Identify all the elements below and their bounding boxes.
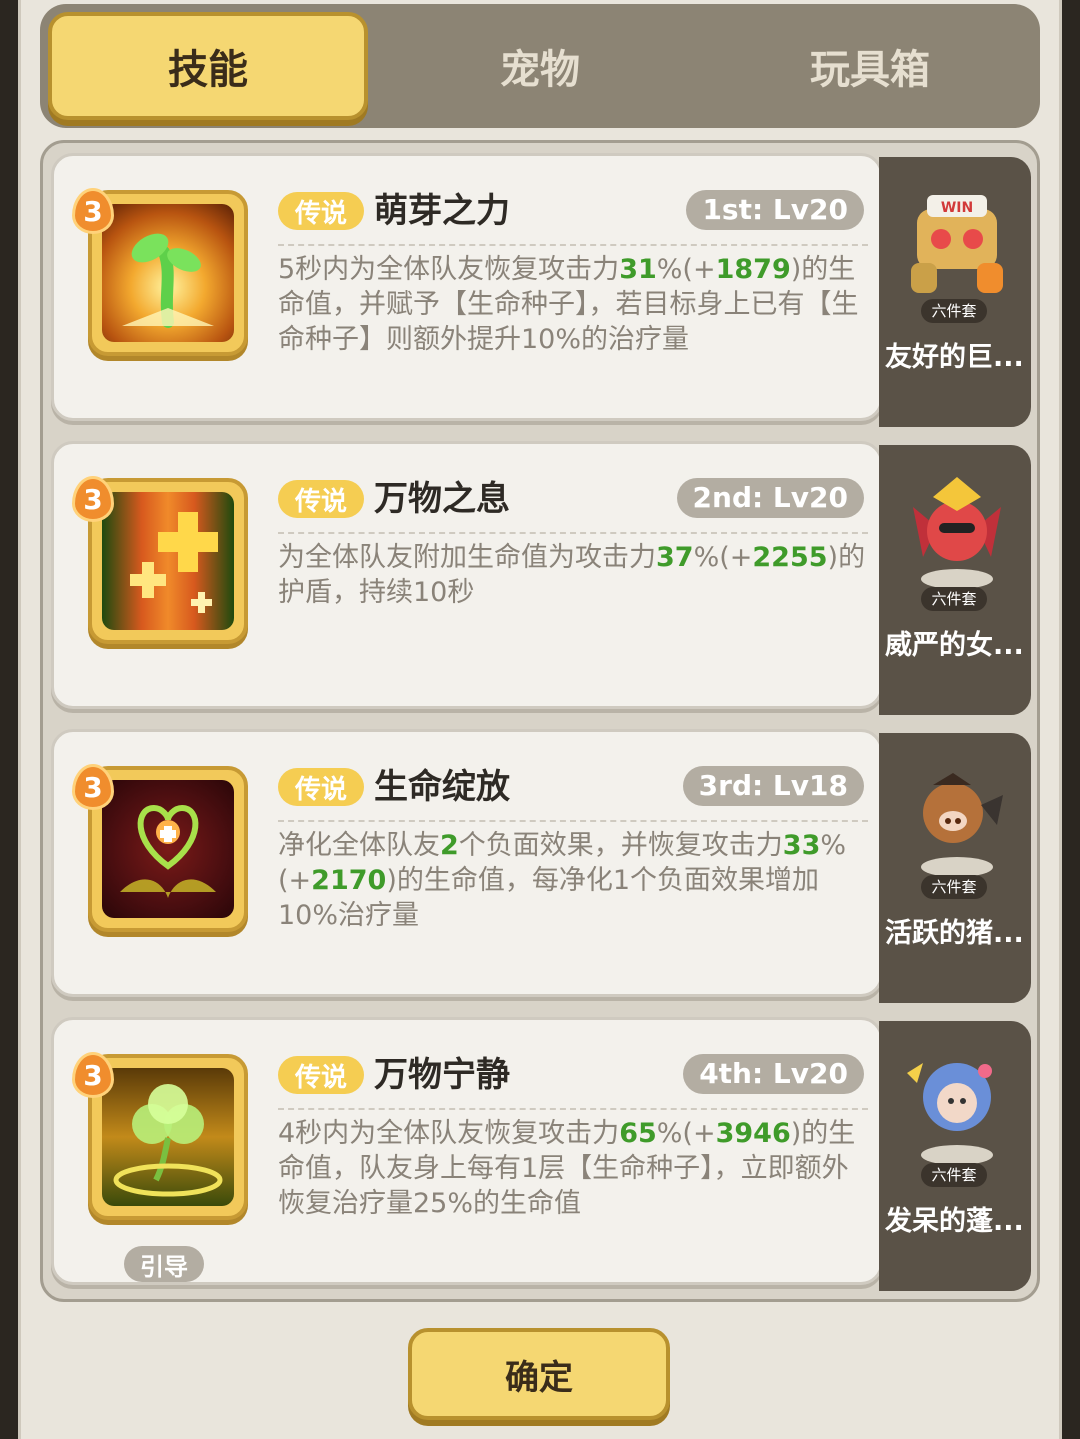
pet-name: 活跃的猪... <box>885 918 1024 949</box>
star-level-badge: 3 <box>72 1052 114 1098</box>
highlight-value: 2255 <box>752 542 828 573</box>
svg-text:WIN: WIN <box>941 200 973 216</box>
highlight-value: 33 <box>782 830 821 861</box>
skill-name: 萌芽之力 <box>374 191 510 231</box>
skill-card[interactable]: 3 传说 萌芽之力 1st: Lv20 5秒内为全体队友恢复攻击力31%(+18… <box>51 153 883 421</box>
heart-bloom-icon <box>120 804 216 898</box>
guide-tag: 引导 <box>124 1246 204 1282</box>
skill-row[interactable]: 3 引导 传说 万物宁静 4th: Lv20 4秒内为全体队友恢复攻击力65%(… <box>43 1007 1043 1291</box>
skill-card[interactable]: 3 传说 生命绽放 3rd: Lv18 净化全体队友2个负面效果，并恢复攻击力3… <box>51 729 883 997</box>
star-level-badge: 3 <box>72 476 114 522</box>
description-text: %(+ <box>693 542 753 573</box>
description-text: 个负面效果，并恢复攻击力 <box>458 830 783 861</box>
skill-row[interactable]: 3 传说 萌芽之力 1st: Lv20 5秒内为全体队友恢复攻击力31%(+18… <box>43 143 1043 427</box>
highlight-value: 3946 <box>715 1118 791 1149</box>
pet-sheep-icon <box>907 1063 993 1165</box>
pet-dragon-icon <box>913 477 1001 589</box>
set-badge: 六件套 <box>921 875 987 899</box>
skill-name: 生命绽放 <box>374 767 510 807</box>
slot-level-pill: 4th: Lv20 <box>683 1054 864 1094</box>
pet-slot[interactable]: 六件套 威严的女... <box>879 445 1031 715</box>
skill-row[interactable]: 3 传说 生命绽放 3rd: Lv18 净化全体队友2个负面效果，并恢复攻击力3… <box>43 719 1043 1003</box>
description-text: 为全体队友附加生命值为攻击力 <box>278 542 656 573</box>
set-badge: 六件套 <box>921 587 987 611</box>
skill-description: 4秒内为全体队友恢复攻击力65%(+3946)的生命值，队友身上每有1层【生命种… <box>278 1116 870 1221</box>
skill-description: 为全体队友附加生命值为攻击力37%(+2255)的护盾，持续10秒 <box>278 540 870 610</box>
slot-level-pill: 2nd: Lv20 <box>676 478 864 518</box>
highlight-value: 2170 <box>311 865 387 896</box>
skill-description: 净化全体队友2个负面效果，并恢复攻击力33%(+2170)的生命值，每净化1个负… <box>278 828 870 933</box>
skill-name: 万物之息 <box>374 479 510 519</box>
set-badge: 六件套 <box>921 299 987 323</box>
highlight-value: 37 <box>656 542 694 573</box>
pet-pig-icon <box>921 773 1003 877</box>
pet-slot[interactable]: 六件套 发呆的蓬... <box>879 1021 1031 1291</box>
confirm-button[interactable]: 确定 <box>408 1328 670 1420</box>
pet-name: 威严的女... <box>885 630 1024 661</box>
description-text: 净化全体队友 <box>278 830 440 861</box>
skill-name: 万物宁静 <box>374 1055 510 1095</box>
pet-slot[interactable]: 六件套 活跃的猪... <box>879 733 1031 1003</box>
skill-card[interactable]: 3 引导 传说 万物宁静 4th: Lv20 4秒内为全体队友恢复攻击力65%(… <box>51 1017 883 1285</box>
star-level-badge: 3 <box>72 764 114 810</box>
divider <box>278 532 868 534</box>
skill-row[interactable]: 3 传说 万物之息 2nd: Lv20 为全体队友附加生命值为攻击力37%(+2… <box>43 431 1043 715</box>
rarity-tag: 传说 <box>278 1056 364 1094</box>
description-text: %(+ <box>656 1118 716 1149</box>
pet-slot[interactable]: WIN 六件套 友好的巨... <box>879 157 1031 427</box>
rarity-tag: 传说 <box>278 768 364 806</box>
pet-name: 友好的巨... <box>885 342 1024 373</box>
star-level-badge: 3 <box>72 188 114 234</box>
sprout-icon <box>122 233 214 328</box>
description-text: %(+ <box>656 254 716 285</box>
highlight-value: 1879 <box>715 254 791 285</box>
divider <box>278 1108 868 1110</box>
rarity-tag: 传说 <box>278 480 364 518</box>
tab-pet[interactable]: 宠物 <box>380 12 700 120</box>
tab-toybox[interactable]: 玩具箱 <box>710 12 1030 120</box>
heal-cross-icon <box>130 512 218 613</box>
skill-list: 3 传说 萌芽之力 1st: Lv20 5秒内为全体队友恢复攻击力31%(+18… <box>40 140 1040 1302</box>
description-text: 5秒内为全体队友恢复攻击力 <box>278 254 620 285</box>
highlight-value: 31 <box>619 254 657 285</box>
slot-level-pill: 1st: Lv20 <box>686 190 864 230</box>
description-text: 4秒内为全体队友恢复攻击力 <box>278 1118 620 1149</box>
slot-level-pill: 3rd: Lv18 <box>682 766 864 806</box>
highlight-value: 2 <box>440 830 459 861</box>
divider <box>278 820 868 822</box>
pet-robot-icon: WIN <box>911 195 1003 293</box>
pet-name: 发呆的蓬... <box>885 1206 1024 1237</box>
tab-skill[interactable]: 技能 <box>48 12 368 120</box>
skill-card[interactable]: 3 传说 万物之息 2nd: Lv20 为全体队友附加生命值为攻击力37%(+2… <box>51 441 883 709</box>
clover-icon <box>113 1084 223 1197</box>
skill-description: 5秒内为全体队友恢复攻击力31%(+1879)的生命值，并赋予【生命种子】，若目… <box>278 252 870 357</box>
set-badge: 六件套 <box>921 1163 987 1187</box>
rarity-tag: 传说 <box>278 192 364 230</box>
highlight-value: 65 <box>619 1118 657 1149</box>
tab-bar: 技能 宠物 玩具箱 <box>40 4 1040 128</box>
divider <box>278 244 868 246</box>
